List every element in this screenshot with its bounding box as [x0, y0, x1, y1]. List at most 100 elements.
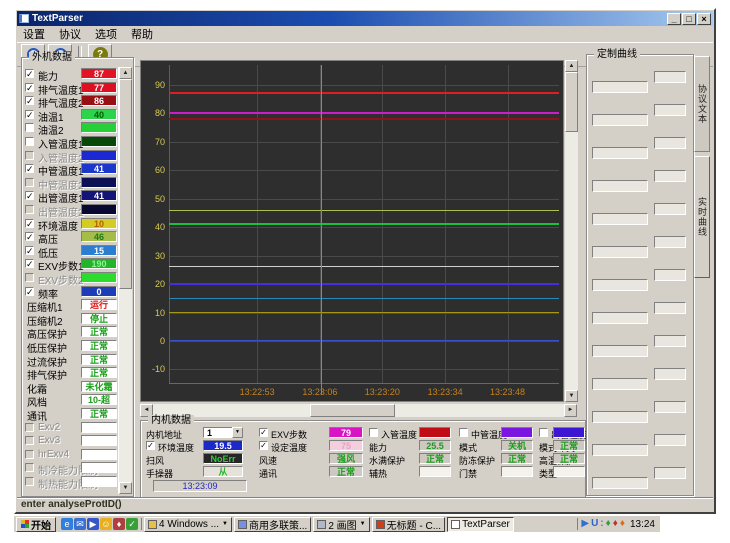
launcher-icon[interactable]: ▶: [581, 518, 589, 530]
titlebar[interactable]: TextParser _ □ ×: [17, 11, 713, 26]
checkbox[interactable]: ✓: [25, 69, 34, 78]
checkbox[interactable]: ✓: [259, 428, 268, 437]
close-button[interactable]: ×: [697, 13, 711, 25]
curve-value-field[interactable]: [654, 335, 686, 347]
menu-item[interactable]: 设置: [23, 26, 45, 42]
messenger-icon[interactable]: ☺: [100, 518, 112, 530]
scroll-up-icon[interactable]: ▲: [565, 60, 578, 72]
checkbox[interactable]: [25, 436, 34, 445]
ie-icon[interactable]: e: [61, 518, 73, 530]
flame-icon[interactable]: ♦: [620, 518, 625, 530]
curve-value-field[interactable]: [654, 467, 686, 479]
curve-name-field[interactable]: [592, 213, 648, 225]
checkbox[interactable]: ✓: [25, 83, 34, 92]
curve-value-field[interactable]: [654, 170, 686, 182]
curve-name-field[interactable]: [592, 444, 648, 456]
checkbox[interactable]: [25, 477, 34, 486]
status-dots-icon[interactable]: :: [600, 518, 603, 530]
curve-value-field[interactable]: [654, 302, 686, 314]
scroll-thumb[interactable]: [119, 79, 132, 289]
checkbox[interactable]: [25, 151, 34, 160]
curve-value-field[interactable]: [654, 368, 686, 380]
curve-name-field[interactable]: [592, 312, 648, 324]
menu-item[interactable]: 协议: [59, 26, 81, 42]
mail-icon[interactable]: ✉: [74, 518, 86, 530]
system-tray: ▶U:♦♦♦13:24: [577, 518, 658, 530]
curve-value-field[interactable]: [654, 71, 686, 83]
curve-name-field[interactable]: [592, 378, 648, 390]
task-button[interactable]: 2 画图▼: [313, 517, 369, 532]
checkbox[interactable]: ✓: [25, 287, 34, 296]
side-tab-protocol-text[interactable]: 协议文本: [694, 56, 710, 152]
chart-vertical-scrollbar[interactable]: ▲▼: [565, 60, 578, 402]
scroll-up-icon[interactable]: ▲: [119, 67, 132, 79]
checkbox[interactable]: [459, 428, 468, 437]
curve-name-field[interactable]: [592, 345, 648, 357]
curve-name-field[interactable]: [592, 81, 648, 93]
scroll-thumb[interactable]: [310, 404, 395, 417]
checkbox[interactable]: ✓: [25, 246, 34, 255]
checkbox[interactable]: ✓: [146, 441, 155, 450]
checkbox[interactable]: [369, 428, 378, 437]
curve-value-field[interactable]: [654, 269, 686, 281]
red-monitor-icon[interactable]: ♦: [613, 518, 618, 530]
checkbox[interactable]: [25, 205, 34, 214]
checkbox[interactable]: ✓: [25, 219, 34, 228]
realtime-curve-chart[interactable]: 9080706050403020100-1013:22:5313:23:0613…: [140, 60, 564, 402]
side-tab-realtime-curve[interactable]: 实时曲线: [694, 156, 710, 278]
curve-value-field[interactable]: [654, 434, 686, 446]
curve-name-field[interactable]: [592, 411, 648, 423]
curve-name-field[interactable]: [592, 114, 648, 126]
checkbox[interactable]: ✓: [25, 191, 34, 200]
curve-value-field[interactable]: [654, 401, 686, 413]
green-monitor-icon[interactable]: ♦: [606, 518, 611, 530]
checkbox[interactable]: [25, 423, 34, 432]
dropdown-arrow-icon[interactable]: ▼: [232, 427, 243, 438]
start-button[interactable]: 开始: [16, 517, 56, 532]
checkbox[interactable]: [25, 137, 34, 146]
checkbox[interactable]: [25, 463, 34, 472]
curve-name-field[interactable]: [592, 246, 648, 258]
media-player-icon[interactable]: ▶: [87, 518, 99, 530]
agent-icon[interactable]: U: [591, 518, 598, 530]
curve-value-field[interactable]: [654, 104, 686, 116]
dropdown-arrow-icon[interactable]: ▼: [360, 521, 366, 527]
custom-curve-row: [587, 230, 693, 263]
curve-name-field[interactable]: [592, 180, 648, 192]
menu-item[interactable]: 选项: [95, 26, 117, 42]
scroll-right-icon[interactable]: ►: [564, 404, 577, 417]
dropdown-arrow-icon[interactable]: ▼: [222, 521, 228, 527]
curve-value-field[interactable]: [654, 236, 686, 248]
checkbox[interactable]: ✓: [259, 441, 268, 450]
checkbox[interactable]: [539, 428, 548, 437]
update-icon[interactable]: ✓: [126, 518, 138, 530]
scroll-thumb[interactable]: [565, 72, 578, 132]
security-icon[interactable]: ♦: [113, 518, 125, 530]
checkbox[interactable]: ✓: [25, 164, 34, 173]
checkbox[interactable]: [25, 178, 34, 187]
checkbox[interactable]: ✓: [25, 110, 34, 119]
task-button[interactable]: 4 Windows ...▼: [144, 517, 232, 532]
checkbox[interactable]: ✓: [25, 232, 34, 241]
task-button[interactable]: 商用多联策...: [234, 517, 311, 532]
curve-value-field[interactable]: [654, 203, 686, 215]
minimize-button[interactable]: _: [667, 13, 681, 25]
checkbox[interactable]: ✓: [25, 96, 34, 105]
curve-value-field[interactable]: [654, 137, 686, 149]
checkbox[interactable]: [25, 123, 34, 132]
maximize-button[interactable]: □: [682, 13, 696, 25]
checkbox[interactable]: [25, 273, 34, 282]
task-button[interactable]: TextParser: [447, 517, 514, 532]
chart-cursor-line[interactable]: [321, 65, 322, 395]
scroll-down-icon[interactable]: ▼: [565, 390, 578, 402]
menu-item[interactable]: 帮助: [131, 26, 153, 42]
checkbox[interactable]: [25, 450, 34, 459]
scroll-down-icon[interactable]: ▼: [119, 482, 132, 494]
outdoor-scrollbar[interactable]: ▲▼: [118, 67, 132, 494]
curve-name-field[interactable]: [592, 477, 648, 489]
task-button[interactable]: 无标题 - C...: [372, 517, 445, 532]
curve-name-field[interactable]: [592, 147, 648, 159]
chart-horizontal-scrollbar[interactable]: ◄►: [140, 404, 577, 417]
curve-name-field[interactable]: [592, 279, 648, 291]
checkbox[interactable]: ✓: [25, 259, 34, 268]
